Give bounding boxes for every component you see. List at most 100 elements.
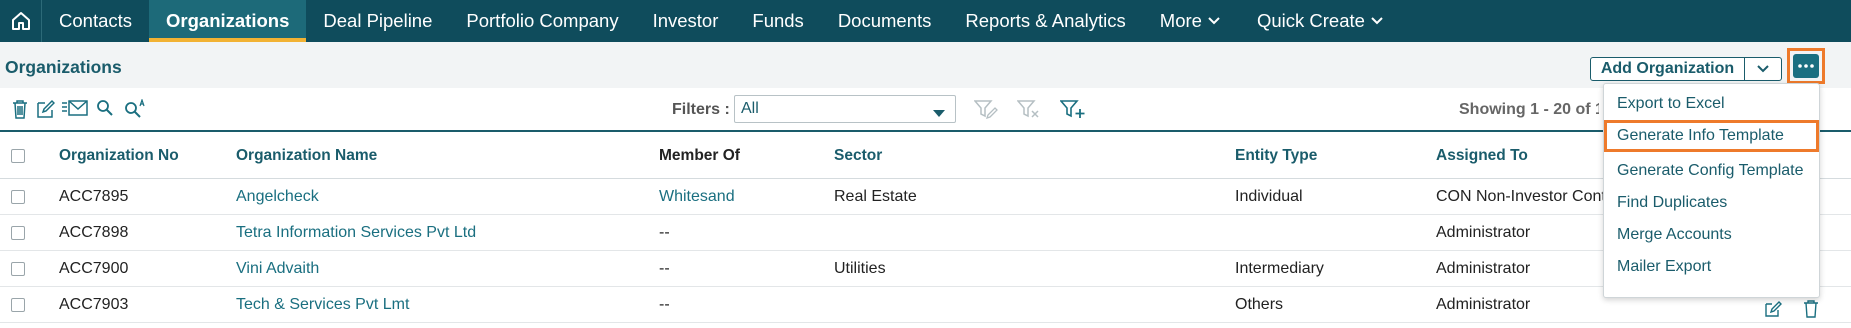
table-row[interactable]: ACC7900 Vini Advaith -- Utilities Interm… [0, 251, 1851, 287]
menu-mailer-export[interactable]: Mailer Export [1604, 251, 1819, 283]
send-email-button[interactable] [61, 99, 89, 117]
menu-generate-info-template[interactable]: Generate Info Template [1604, 120, 1819, 152]
more-actions-highlight [1787, 48, 1825, 84]
filter-value: All [741, 100, 759, 117]
col-entity-type[interactable]: Entity Type [1235, 147, 1317, 165]
nav-label: More [1159, 10, 1202, 31]
entity-type: Intermediary [1235, 260, 1324, 277]
nav-organizations[interactable]: Organizations [149, 0, 307, 42]
organization-name-link[interactable]: Tetra Information Services Pvt Ltd [236, 224, 476, 242]
assigned-to: Administrator [1436, 260, 1531, 277]
nav-label: Organizations [166, 10, 290, 31]
sector: Utilities [834, 260, 886, 277]
row-checkbox[interactable] [11, 226, 25, 240]
home-icon [11, 12, 30, 30]
chevron-down-icon [1208, 17, 1220, 25]
top-nav: Contacts Organizations Deal Pipeline Por… [0, 0, 1851, 42]
sector: Real Estate [834, 188, 917, 205]
trash-icon [1804, 300, 1818, 318]
col-assigned-to[interactable]: Assigned To [1436, 147, 1528, 165]
organization-name-link[interactable]: Tech & Services Pvt Lmt [236, 296, 409, 314]
edit-button[interactable] [35, 99, 55, 119]
add-organization-button[interactable]: Add Organization [1590, 57, 1782, 81]
home-button[interactable] [0, 0, 42, 42]
nav-contacts[interactable]: Contacts [42, 0, 149, 42]
organization-name-link[interactable]: Vini Advaith [236, 260, 319, 278]
organizations-table: Organization No Organization Name Member… [0, 130, 1851, 323]
organization-no: ACC7898 [59, 224, 129, 241]
nav-label: Quick Create [1256, 10, 1365, 31]
nav-funds[interactable]: Funds [735, 0, 820, 42]
filter-clear-icon [1017, 100, 1039, 118]
row-checkbox[interactable] [11, 190, 25, 204]
row-checkbox[interactable] [11, 298, 25, 312]
table-row[interactable]: ACC7898 Tetra Information Services Pvt L… [0, 215, 1851, 251]
add-filter-button[interactable] [1060, 99, 1086, 119]
nav-label: Documents [837, 10, 932, 31]
organization-no: ACC7895 [59, 188, 129, 205]
col-member-of[interactable]: Member Of [659, 147, 740, 165]
filters-label: Filters : [672, 101, 730, 118]
table-row[interactable]: ACC7895 Angelcheck Whitesand Real Estate… [0, 179, 1851, 215]
table-row[interactable]: ACC7903 Tech & Services Pvt Lmt -- Other… [0, 287, 1851, 323]
delete-button[interactable] [11, 99, 29, 119]
nav-label: Contacts [59, 10, 133, 31]
page-header [0, 42, 1851, 88]
assigned-to: CON Non-Investor Cont [1436, 188, 1606, 205]
edit-icon [37, 99, 55, 118]
nav-label: Investor [652, 10, 719, 31]
filter-select[interactable]: All [734, 95, 956, 123]
filter-add-icon [1060, 100, 1085, 118]
col-organization-no[interactable]: Organization No [59, 147, 179, 165]
mail-icon [62, 100, 88, 116]
search-button[interactable] [96, 99, 114, 117]
assigned-to: Administrator [1436, 224, 1531, 241]
search-icon [97, 100, 113, 116]
menu-find-duplicates[interactable]: Find Duplicates [1604, 187, 1819, 219]
nav-label: Portfolio Company [466, 10, 619, 31]
menu-merge-accounts[interactable]: Merge Accounts [1604, 219, 1819, 251]
edit-filter-button[interactable] [974, 99, 998, 119]
row-delete-button[interactable] [1803, 300, 1819, 323]
add-organization-label: Add Organization [1591, 58, 1745, 80]
filter-edit-icon [974, 100, 998, 119]
menu-generate-config-template[interactable]: Generate Config Template [1604, 155, 1819, 187]
organization-no: ACC7900 [59, 260, 129, 277]
row-edit-button[interactable] [1764, 300, 1782, 323]
advanced-search-icon [125, 99, 145, 118]
nav-reports-analytics[interactable]: Reports & Analytics [948, 0, 1142, 42]
entity-type: Individual [1235, 188, 1303, 205]
clear-filter-button[interactable] [1017, 99, 1041, 119]
member-of: -- [659, 224, 670, 241]
organization-name-link[interactable]: Angelcheck [236, 188, 319, 206]
caret-down-icon [933, 105, 945, 123]
ellipsis-icon [1798, 64, 1814, 68]
row-checkbox[interactable] [11, 262, 25, 276]
member-of-link[interactable]: Whitesand [659, 188, 735, 206]
select-all-checkbox[interactable] [11, 149, 25, 163]
chevron-down-icon [1757, 65, 1769, 73]
table-header: Organization No Organization Name Member… [0, 130, 1851, 179]
trash-icon [13, 100, 27, 119]
page-title: Organizations [5, 57, 122, 77]
nav-label: Funds [752, 10, 804, 31]
nav-label: Reports & Analytics [965, 10, 1126, 31]
menu-export-to-excel[interactable]: Export to Excel [1604, 88, 1819, 120]
add-organization-dropdown[interactable] [1745, 58, 1781, 80]
nav-label: Deal Pipeline [323, 10, 433, 31]
pagination-info: Showing 1 - 20 of 1 [1459, 101, 1599, 118]
col-sector[interactable]: Sector [834, 147, 882, 165]
member-of: -- [659, 296, 670, 313]
more-actions-menu: Export to Excel Generate Info Template G… [1603, 83, 1820, 298]
member-of: -- [659, 260, 670, 277]
advanced-search-button[interactable] [124, 99, 148, 119]
nav-documents[interactable]: Documents [821, 0, 949, 42]
nav-quick-create[interactable]: Quick Create [1237, 0, 1400, 42]
nav-investor[interactable]: Investor [636, 0, 736, 42]
col-organization-name[interactable]: Organization Name [236, 147, 377, 165]
more-actions-button[interactable] [1793, 54, 1819, 78]
organization-no: ACC7903 [59, 296, 129, 313]
nav-portfolio-company[interactable]: Portfolio Company [449, 0, 635, 42]
nav-deal-pipeline[interactable]: Deal Pipeline [306, 0, 449, 42]
nav-more[interactable]: More [1143, 0, 1237, 42]
